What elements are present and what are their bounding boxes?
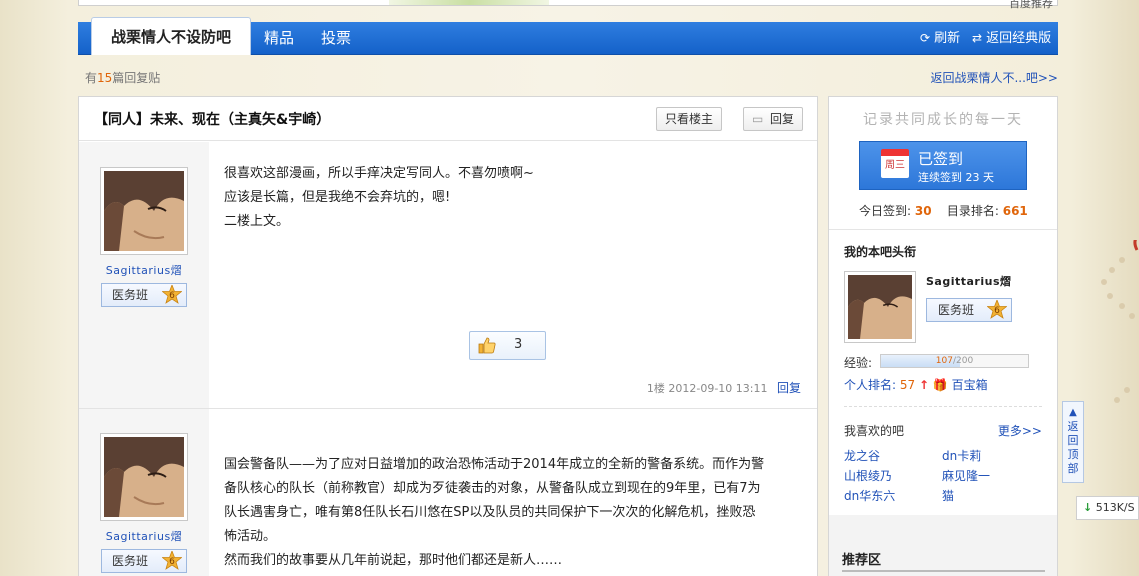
arrow-down-icon: ↓ xyxy=(1083,501,1093,514)
refresh-label: 刷新 xyxy=(934,31,961,46)
comment-icon: ▭ xyxy=(752,112,764,126)
badge-label: 医务班 xyxy=(112,288,149,302)
post-line: 队长遇害身亡，唯有第8任队长石川悠在SP以及队员的共同保护下一次次的化解危机，挫… xyxy=(224,505,756,520)
calendar-icon: 周三 xyxy=(881,149,909,178)
floor-time: 1楼 2012-09-10 13:11 xyxy=(646,382,768,395)
svg-text:6: 6 xyxy=(169,291,175,301)
background-decoration xyxy=(1101,240,1139,403)
rank-up-icon: ↑ xyxy=(918,378,930,392)
post-line: 很喜欢这部漫画，所以手痒决定写同人。不喜勿喷啊~ xyxy=(224,166,534,181)
post-body: 国会警备队——为了应对日益增加的政治恐怖活动于2014年成立的全新的警备系统。而… xyxy=(224,453,809,573)
sidebar-title-badge[interactable]: 医务班 6 xyxy=(926,298,1012,322)
fav-forum-link[interactable]: dn卡莉 xyxy=(942,447,981,464)
avatar-image xyxy=(848,275,912,339)
post-body: 很喜欢这部漫画，所以手痒决定写同人。不喜勿喷啊~ 应该是长篇，但是我绝不会弃坑的… xyxy=(224,162,534,234)
avatar-image xyxy=(104,171,184,251)
user-title-badge[interactable]: 医务班 6 xyxy=(101,283,187,307)
signin-stats: 今日签到: 30 目录排名: 661 xyxy=(859,204,1028,218)
reply-button[interactable]: ▭ 回复 xyxy=(743,107,804,131)
personal-rank: 个人排名: 57 ↑ 🎁 百宝箱 xyxy=(844,378,988,392)
back-classic-button[interactable]: ⇄ 返回经典版 xyxy=(972,22,1051,55)
exp-progress-bar: 107/200 xyxy=(880,354,1029,368)
tab-forum-home[interactable]: 战栗情人不设防吧 xyxy=(91,17,251,55)
user-title-badge[interactable]: 医务班 6 xyxy=(101,549,187,573)
fav-forums-title: 我喜欢的吧 xyxy=(844,424,905,438)
like-count: 3 xyxy=(514,337,523,352)
thumbs-up-icon xyxy=(478,337,496,354)
fav-forum-link[interactable]: dn华东六 xyxy=(844,487,895,504)
reply-count-text: 有15篇回复贴 xyxy=(85,71,161,85)
avatar[interactable] xyxy=(100,167,188,255)
post-line: 国会警备队——为了应对日益增加的政治恐怖活动于2014年成立的全新的警备系统。而… xyxy=(224,457,765,472)
signin-title: 已签到 xyxy=(918,150,964,168)
badge-label: 医务班 xyxy=(112,554,149,568)
fav-forum-link[interactable]: 山根绫乃 xyxy=(844,467,892,484)
swap-icon: ⇄ xyxy=(972,31,983,45)
svg-text:6: 6 xyxy=(169,557,175,567)
signin-streak: 连续签到 23 天 xyxy=(918,171,994,184)
recommend-title: 推荐区 xyxy=(842,553,882,568)
refresh-button[interactable]: ⟳ 刷新 xyxy=(920,22,960,55)
fav-forum-link[interactable]: 猫 xyxy=(942,487,954,504)
avatar[interactable] xyxy=(100,433,188,521)
banner-image xyxy=(389,0,549,5)
back-to-top-button[interactable]: ▲ 返回顶部 xyxy=(1062,401,1084,483)
post-reply-link[interactable]: 回复 xyxy=(777,381,801,395)
post-author-panel: Sagittarius熠 医务班 6 xyxy=(79,142,209,408)
reply-button-label: 回复 xyxy=(770,112,795,126)
post-author-panel: Sagittarius熠 医务班 6 xyxy=(79,409,209,576)
svg-text:6: 6 xyxy=(994,306,1000,316)
post-line: 然而我们的故事要从几年前说起，那时他们都还是新人…… xyxy=(224,553,563,568)
banner-corner-text[interactable]: 百度推荐 xyxy=(1009,0,1053,11)
sidebar-divider xyxy=(829,229,1057,230)
sidebar-avatar[interactable] xyxy=(844,271,916,343)
treasure-box-link[interactable]: 百宝箱 xyxy=(952,378,988,392)
right-sidebar: 记录共同成长的每一天 周三 已签到 连续签到 23 天 今日签到: 30 目录排… xyxy=(828,96,1058,576)
exp-progress-text: 107/200 xyxy=(935,356,974,366)
tab-featured[interactable]: 精品 xyxy=(264,22,294,55)
thread-title-bar: 【同人】未来、现在（主真矢&宇崎） 只看楼主 ▭ 回复 xyxy=(79,97,817,141)
network-speed-widget: ↓ 513K/S xyxy=(1076,496,1139,520)
only-host-button[interactable]: 只看楼主 xyxy=(656,107,723,131)
level-star-icon: 6 xyxy=(162,551,182,570)
thread-title: 【同人】未来、现在（主真矢&宇崎） xyxy=(94,112,331,128)
post-username[interactable]: Sagittarius熠 xyxy=(79,262,209,278)
exp-label: 经验: xyxy=(844,356,873,370)
arrow-up-icon: ▲ xyxy=(1069,407,1077,418)
back-classic-label: 返回经典版 xyxy=(986,31,1052,46)
post-line: 怖活动。 xyxy=(224,529,277,544)
fav-forum-link[interactable]: 龙之谷 xyxy=(844,447,880,464)
more-link[interactable]: 更多>> xyxy=(998,422,1042,439)
back-to-top-label: 返回顶部 xyxy=(1067,420,1079,475)
recommend-underline xyxy=(842,570,1045,572)
post-line: 二楼上文。 xyxy=(224,214,290,229)
post-line: 应该是长篇，但是我绝不会弃坑的，嗯! xyxy=(224,190,451,205)
post-meta: 1楼 2012-09-10 13:11 回复 xyxy=(647,379,801,396)
post-username[interactable]: Sagittarius熠 xyxy=(79,528,209,544)
back-to-forum-link[interactable]: 返回战栗情人不...吧>> xyxy=(930,69,1058,86)
signin-button[interactable]: 周三 已签到 连续签到 23 天 xyxy=(859,141,1027,190)
top-banner: 百度推荐 xyxy=(78,0,1058,10)
network-speed-value: 513K/S xyxy=(1095,501,1135,514)
forum-navbar: 战栗情人不设防吧 精品 投票 ⟳ 刷新 ⇄ 返回经典版 xyxy=(78,17,1058,55)
badge-label: 医务班 xyxy=(938,303,975,317)
post-line: 备队核心的队长（前称教官）却成为歹徒袭击的对象，从警备队成立到现在的9年里，已有… xyxy=(224,481,761,496)
gift-icon: 🎁 xyxy=(932,378,948,392)
tab-vote[interactable]: 投票 xyxy=(321,22,351,55)
level-star-icon: 6 xyxy=(987,300,1007,319)
thread-container: 【同人】未来、现在（主真矢&宇崎） 只看楼主 ▭ 回复 Sagittarius熠… xyxy=(78,96,818,576)
level-star-icon: 6 xyxy=(162,285,182,304)
head-title: 我的本吧头衔 xyxy=(844,245,917,259)
refresh-icon: ⟳ xyxy=(920,31,931,45)
sidebar-username[interactable]: Sagittarius熠 xyxy=(926,273,1012,289)
fav-forum-link[interactable]: 麻见隆一 xyxy=(942,467,990,484)
sidebar-slogan: 记录共同成长的每一天 xyxy=(863,112,1023,128)
avatar-image xyxy=(104,437,184,517)
sidebar-divider xyxy=(844,406,1042,407)
like-button[interactable]: 3 xyxy=(469,331,546,360)
